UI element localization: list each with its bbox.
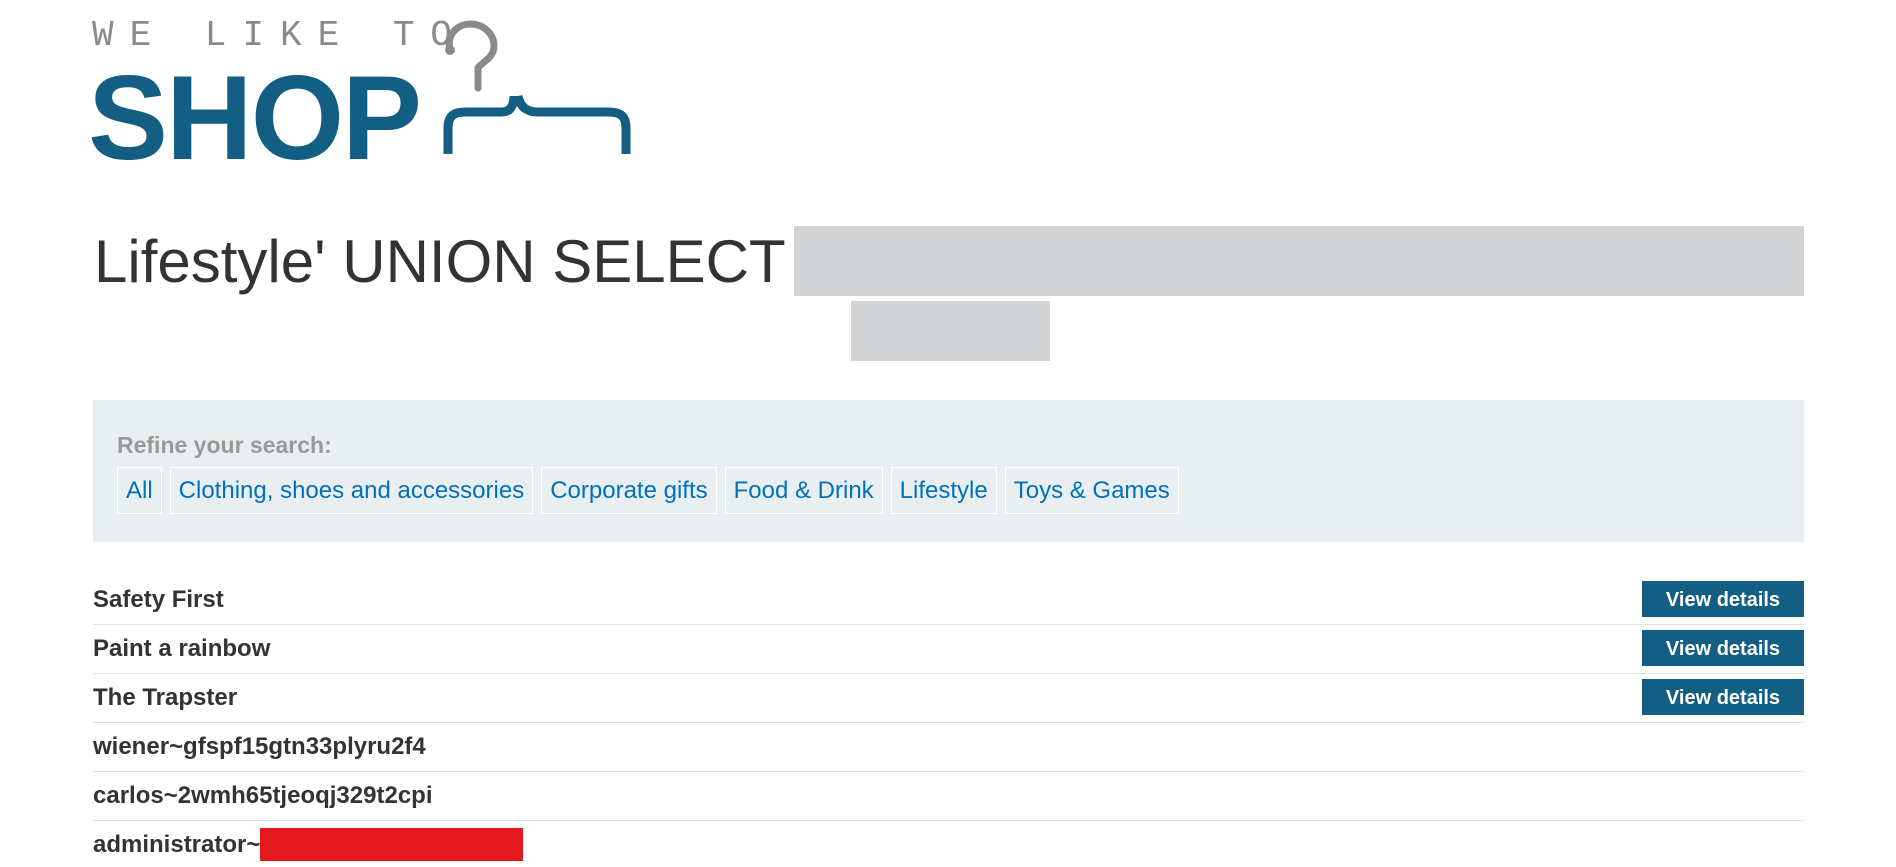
product-name: Safety First [93,586,224,613]
table-row: The Trapster View details [93,674,1804,723]
hanger-icon [443,20,631,154]
filter-food-drink[interactable]: Food & Drink [724,467,883,514]
result-row-admin: administrator~ [93,821,524,867]
product-table: Safety First View details Paint a rainbo… [93,576,1804,867]
table-row: Safety First View details [93,576,1804,625]
product-name: The Trapster [93,684,238,711]
logo-word: SHOP [88,51,422,185]
redaction-block [260,827,524,861]
table-row: carlos~2wmh65tjeoqj329t2cpi [93,772,1804,821]
page: WE LIKE TO SHOP Lifestyle' UNION SELECT … [0,0,1896,867]
table-row: administrator~ [93,821,1804,867]
filter-toys-games[interactable]: Toys & Games [1004,467,1179,514]
product-name: Paint a rainbow [93,635,271,662]
filter-list: All Clothing, shoes and accessories Corp… [117,467,1179,514]
shop-logo[interactable]: WE LIKE TO SHOP [88,15,632,178]
table-row: wiener~gfspf15gtn33plyru2f4 [93,723,1804,772]
view-details-button[interactable]: View details [1642,679,1804,715]
result-text: carlos~2wmh65tjeoqj329t2cpi [93,782,433,809]
filter-clothing[interactable]: Clothing, shoes and accessories [169,467,534,514]
filter-lifestyle[interactable]: Lifestyle [890,467,997,514]
filter-all[interactable]: All [117,467,162,514]
redaction-block [794,226,1804,296]
page-title: Lifestyle' UNION SELECT [94,228,786,295]
redaction-block [851,301,1050,361]
logo-tagline: WE LIKE TO [92,15,469,56]
filter-panel: Refine your search: All Clothing, shoes … [93,400,1804,542]
view-details-button[interactable]: View details [1642,630,1804,666]
result-text: administrator~ [93,831,261,858]
view-details-button[interactable]: View details [1642,581,1804,617]
table-row: Paint a rainbow View details [93,625,1804,674]
filter-corporate-gifts[interactable]: Corporate gifts [541,467,717,514]
filter-label: Refine your search: [117,432,332,458]
result-text: wiener~gfspf15gtn33plyru2f4 [93,733,426,760]
